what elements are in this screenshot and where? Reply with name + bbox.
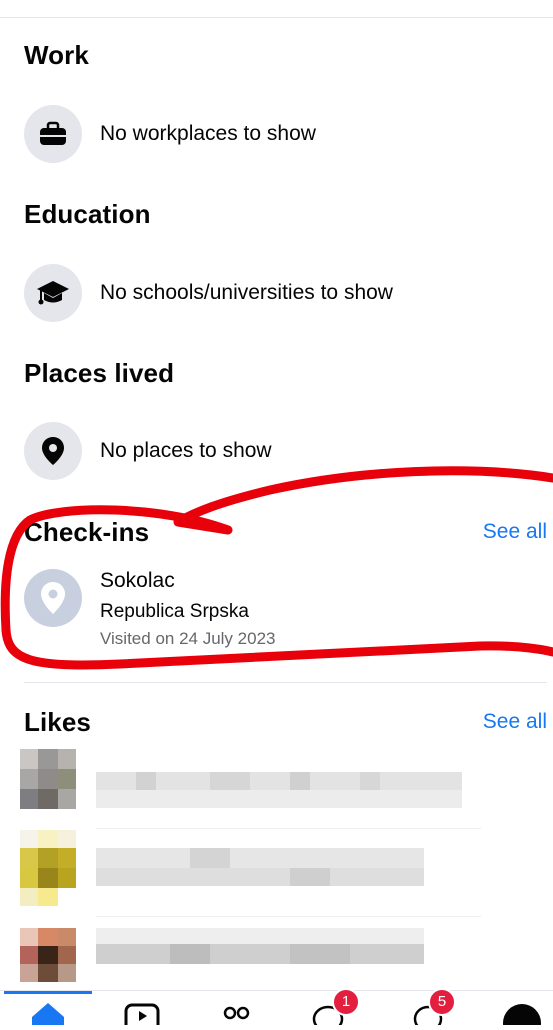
places-section-title: Places lived xyxy=(24,358,175,388)
messages-icon[interactable]: 1 xyxy=(310,988,360,1030)
notifications-icon[interactable]: 5 xyxy=(412,988,456,1030)
top-divider xyxy=(0,17,553,18)
graduation-cap-icon xyxy=(24,264,82,322)
likes-see-all-link[interactable]: See all xyxy=(483,710,547,734)
checkin-location-pin-icon[interactable] xyxy=(24,569,82,627)
checkins-section-title: Check-ins xyxy=(24,517,150,547)
checkin-visited-date: Visited on 24 July 2023 xyxy=(100,629,276,648)
work-empty-text: No workplaces to show xyxy=(100,122,316,145)
active-tab-indicator xyxy=(4,991,92,994)
checkin-place-name[interactable]: Sokolac xyxy=(100,569,175,593)
checkins-see-all-link[interactable]: See all xyxy=(483,520,547,544)
briefcase-icon xyxy=(24,105,82,163)
location-pin-icon xyxy=(24,422,82,480)
education-empty-text: No schools/universities to show xyxy=(100,281,393,304)
places-empty-text: No places to show xyxy=(100,439,272,462)
education-section-title: Education xyxy=(24,199,151,229)
section-divider xyxy=(24,682,547,683)
notifications-badge: 5 xyxy=(428,988,456,1016)
home-icon[interactable] xyxy=(28,997,68,1027)
profile-avatar[interactable] xyxy=(500,997,541,1030)
friends-icon[interactable] xyxy=(216,997,256,1025)
bottom-tab-bar: 1 5 xyxy=(0,988,553,1030)
like-item-blurred[interactable] xyxy=(0,830,553,928)
messages-badge: 1 xyxy=(332,988,360,1016)
checkin-region: Republica Srpska xyxy=(100,601,249,622)
work-section-title: Work xyxy=(24,40,89,70)
like-item-blurred[interactable] xyxy=(0,732,553,830)
video-icon[interactable] xyxy=(122,997,162,1030)
